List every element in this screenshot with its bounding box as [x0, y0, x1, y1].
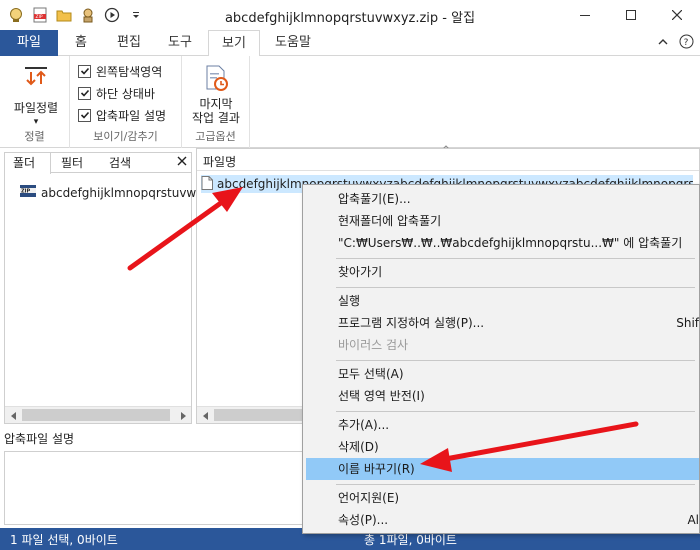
tab-file[interactable]: 파일	[0, 30, 58, 56]
tab-filter[interactable]: 필터	[53, 153, 99, 173]
checkbox-status-bar[interactable]	[78, 86, 91, 100]
menu-item-select-all[interactable]: 모두 선택(A)	[306, 363, 699, 385]
menu-item-label: 추가(A)...	[338, 418, 390, 432]
navigation-pane-tabs: 폴더 필터 검색	[5, 153, 191, 174]
sort-group: 파일정렬 ▾ 정렬	[0, 56, 70, 148]
document-clock-icon	[202, 64, 230, 95]
menu-item-label: 압축풀기(E)...	[338, 192, 411, 206]
file-icon	[201, 175, 213, 193]
menu-item-invert-selection[interactable]: 선택 영역 반전(I)	[306, 385, 699, 407]
checkbox-label: 왼쪽탐색영역	[96, 64, 163, 79]
tree-item[interactable]: ZIP abcdefghijklmnopqrstuvw	[19, 183, 196, 202]
menu-item-label: 선택 영역 반전(I)	[338, 389, 425, 403]
collapse-ribbon-icon[interactable]	[657, 36, 669, 51]
menu-item-shortcut: Shif	[676, 316, 699, 330]
scroll-right-icon[interactable]	[174, 407, 191, 424]
menu-item-run-with[interactable]: 프로그램 지정하여 실행(P)... Shif	[306, 312, 699, 334]
advanced-options-group: 마지막 작업 결과 고급옵션	[182, 56, 250, 148]
show-hide-group-label: 보이기/감추기	[93, 130, 158, 143]
checkbox-label: 압축파일 설명	[96, 108, 167, 123]
menu-item-properties[interactable]: 속성(P)... Al	[306, 509, 699, 531]
menu-item-language[interactable]: 언어지원(E)	[306, 487, 699, 509]
menu-item-run[interactable]: 실행	[306, 290, 699, 312]
menu-item-label: 언어지원(E)	[338, 491, 400, 505]
ribbon-panel: 파일정렬 ▾ 정렬 왼쪽탐색영역 하단 상태바 압축파일 설명 보이기/감추기	[0, 56, 700, 151]
navigation-pane-scrollbar[interactable]	[5, 406, 191, 423]
tab-tools[interactable]: 도구	[154, 30, 206, 56]
maximize-button[interactable]	[608, 0, 654, 30]
menu-item-label: 현재폴더에 압축풀기	[338, 214, 442, 228]
scroll-left-icon[interactable]	[5, 407, 22, 424]
svg-text:ZIP: ZIP	[21, 189, 30, 195]
archive-comment-box[interactable]	[4, 451, 304, 525]
menu-item-label: 찾아가기	[338, 265, 383, 279]
close-button[interactable]	[654, 0, 700, 30]
tab-folder[interactable]: 폴더	[5, 153, 51, 174]
status-bar-checkbox-row[interactable]: 하단 상태바	[78, 82, 166, 104]
menu-item-locate[interactable]: 찾아가기	[306, 261, 699, 283]
menu-separator	[336, 287, 695, 288]
menu-item-label: 이름 바꾸기(R)	[338, 462, 415, 476]
checkbox-left-nav[interactable]	[78, 64, 91, 78]
context-menu: 압축풀기(E)... 현재폴더에 압축풀기 "C:₩Users₩..₩..₩ab…	[302, 184, 700, 534]
tab-edit[interactable]: 편집	[104, 30, 154, 56]
advanced-options-group-label: 고급옵션	[195, 130, 236, 143]
sort-group-label: 정렬	[24, 130, 45, 143]
menu-separator	[336, 360, 695, 361]
menu-item-label: 실행	[338, 294, 361, 308]
checkbox-archive-comment[interactable]	[78, 108, 91, 122]
menu-item-label: 바이러스 검사	[338, 338, 409, 352]
archive-comment-label: 압축파일 설명	[4, 432, 75, 446]
ribbon-tab-bar: 파일 홈 편집 도구 보기 도움말 ?	[0, 30, 700, 57]
last-result-label-line1: 마지막	[199, 97, 233, 111]
help-icon[interactable]: ?	[679, 34, 694, 52]
menu-item-label: 삭제(D)	[338, 440, 379, 454]
menu-item-label: 모두 선택(A)	[338, 367, 404, 381]
menu-item-extract[interactable]: 압축풀기(E)...	[306, 188, 699, 210]
scrollbar-thumb[interactable]	[22, 409, 170, 421]
menu-item-label: 속성(P)...	[338, 513, 389, 527]
chevron-down-icon: ▾	[33, 117, 39, 127]
menu-item-label: 프로그램 지정하여 실행(P)...	[338, 316, 485, 330]
window-controls	[562, 0, 700, 30]
navigation-pane: 폴더 필터 검색 ZIP abcdefghijklmnopqrstuvw	[4, 152, 196, 424]
tab-help[interactable]: 도움말	[262, 30, 324, 56]
minimize-button[interactable]	[562, 0, 608, 30]
menu-item-rename[interactable]: 이름 바꾸기(R)	[306, 458, 699, 480]
left-nav-checkbox-row[interactable]: 왼쪽탐색영역	[78, 60, 166, 82]
svg-text:?: ?	[684, 38, 689, 48]
sort-arrows-icon	[23, 64, 49, 93]
menu-separator	[336, 258, 695, 259]
checkbox-label: 하단 상태바	[96, 86, 156, 101]
tab-bar-right-controls: ?	[657, 34, 694, 52]
scrollbar-thumb[interactable]	[214, 409, 304, 421]
tab-search[interactable]: 검색	[101, 153, 147, 173]
menu-item-label: "C:₩Users₩..₩..₩abcdefghijklmnopqrstu...…	[338, 236, 683, 250]
tab-view[interactable]: 보기	[208, 30, 260, 57]
zip-file-icon: ZIP	[19, 183, 37, 202]
menu-item-extract-here[interactable]: 현재폴더에 압축풀기	[306, 210, 699, 232]
title-bar: ZIP abcdefghijklmnopqrstuvwxyz.zip - 알집	[0, 0, 700, 30]
scroll-left-icon[interactable]	[197, 407, 214, 424]
menu-item-shortcut: Al	[687, 513, 699, 527]
menu-item-virus-scan: 바이러스 검사	[306, 334, 699, 356]
archive-comment-checkbox-row[interactable]: 압축파일 설명	[78, 104, 166, 126]
close-pane-icon[interactable]	[177, 155, 187, 169]
status-selection: 1 파일 선택, 0바이트	[10, 533, 118, 547]
menu-separator	[336, 484, 695, 485]
column-header[interactable]: 파일명	[197, 149, 699, 171]
tab-home[interactable]: 홈	[58, 30, 104, 56]
show-hide-group: 왼쪽탐색영역 하단 상태바 압축파일 설명 보이기/감추기	[70, 56, 182, 148]
menu-item-delete[interactable]: 삭제(D)	[306, 436, 699, 458]
menu-separator	[336, 411, 695, 412]
last-result-label-line2: 작업 결과	[192, 111, 240, 125]
sort-files-button[interactable]: 파일정렬 ▾	[8, 64, 64, 129]
sort-files-label: 파일정렬	[13, 101, 59, 115]
tree-item-label: abcdefghijklmnopqrstuvw	[41, 185, 197, 200]
column-file-name[interactable]: 파일명	[203, 153, 236, 170]
menu-item-add[interactable]: 추가(A)...	[306, 414, 699, 436]
last-result-button[interactable]: 마지막 작업 결과	[186, 64, 246, 125]
menu-item-extract-to-folder[interactable]: "C:₩Users₩..₩..₩abcdefghijklmnopqrstu...…	[306, 232, 699, 254]
view-checkbox-list: 왼쪽탐색영역 하단 상태바 압축파일 설명	[78, 60, 166, 126]
